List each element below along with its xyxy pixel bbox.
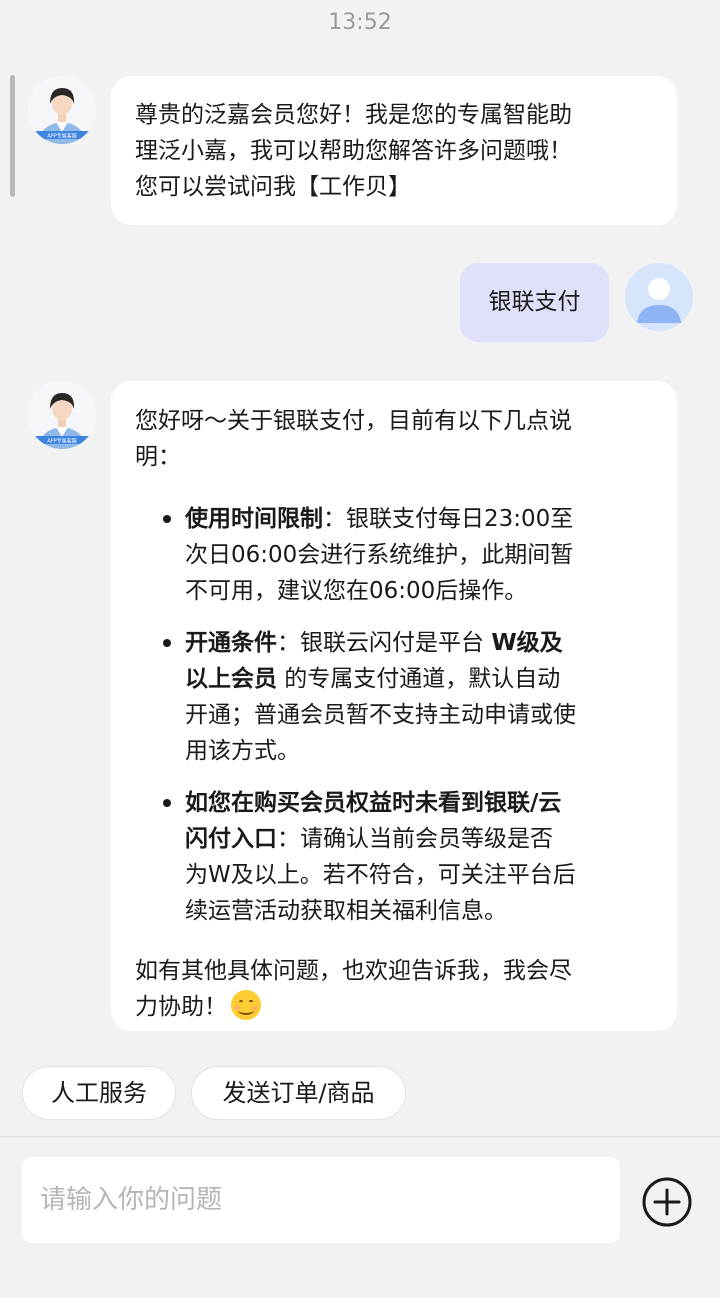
bullet-title: 使用时间限制 (185, 506, 323, 532)
smiling-face-icon (231, 990, 261, 1020)
bullet-text: 的专属支付通道，默认自动 (277, 666, 561, 692)
plus-icon[interactable] (642, 1177, 692, 1227)
avatar-badge-text: APP专属客服 (47, 438, 76, 445)
send-order-button[interactable]: 发送订单/商品 (191, 1066, 406, 1120)
welcome-line-3: 您可以尝试问我【工作贝】 (135, 174, 411, 200)
bot-message-answer: 您好呀～关于银联支付，目前有以下几点说 明： 使用时间限制：银联支付每日23:0… (111, 381, 677, 1031)
answer-bullet-list: 使用时间限制：银联支付每日23:00至 次日06:00会进行系统维护，此期间暂 … (163, 501, 653, 929)
status-time: 13:52 (328, 10, 392, 35)
bullet-title: 闪付入口 (185, 826, 277, 852)
bullet-emphasis: W级及 (491, 630, 563, 656)
bot-avatar[interactable]: APP专属客服 (28, 381, 96, 449)
bullet-title: 如您在购买会员权益时未看到银联/云 (185, 790, 562, 816)
bullet-text: 为W及以上。若不符合，可关注平台后 (185, 862, 576, 888)
bullet-text: 用该方式。 (185, 738, 300, 764)
user-avatar[interactable] (625, 263, 693, 331)
answer-intro-line-1: 您好呀～关于银联支付，目前有以下几点说 (135, 408, 572, 434)
answer-intro-line-2: 明： (135, 444, 181, 470)
agent-portrait-icon: APP专属客服 (28, 76, 96, 144)
welcome-line-1: 尊贵的泛嘉会员您好！我是您的专属智能助 (135, 102, 572, 128)
scroll-indicator[interactable] (10, 75, 15, 197)
bullet-emphasis: 以上会员 (185, 666, 277, 692)
answer-outro-line-2-wrap: 力协助！ (135, 989, 653, 1025)
avatar-badge-text: APP专属客服 (47, 133, 76, 140)
answer-outro-line-2: 力协助！ (135, 994, 227, 1020)
human-service-button[interactable]: 人工服务 (22, 1066, 176, 1120)
agent-portrait-icon: APP专属客服 (28, 381, 96, 449)
bullet-text: 次日06:00会进行系统维护，此期间暂 (185, 542, 574, 568)
bullet-title: 开通条件 (185, 630, 277, 656)
bullet-text: ：银联支付每日23:00至 (323, 506, 574, 532)
user-silhouette-icon (625, 263, 693, 331)
answer-outro-line-1: 如有其他具体问题，也欢迎告诉我，我会尽 (135, 958, 572, 984)
bullet-text: 不可用，建议您在06:00后操作。 (185, 578, 528, 604)
input-bar: 请输入你的问题 (0, 1136, 720, 1298)
bot-message-welcome: 尊贵的泛嘉会员您好！我是您的专属智能助 理泛小嘉，我可以帮助您解答许多问题哦！ … (111, 76, 677, 225)
bullet-item-time-limit: 使用时间限制：银联支付每日23:00至 次日06:00会进行系统维护，此期间暂 … (163, 501, 653, 609)
bullet-text: ：银联云闪付是平台 (277, 630, 492, 656)
bullet-item-conditions: 开通条件：银联云闪付是平台 W级及 以上会员 的专属支付通道，默认自动 开通；普… (163, 625, 653, 769)
bullet-text: ：请确认当前会员等级是否 (277, 826, 553, 852)
bullet-text: 开通；普通会员暂不支持主动申请或使 (185, 702, 576, 728)
bullet-text: 续运营活动获取相关福利信息。 (185, 898, 507, 924)
question-input[interactable]: 请输入你的问题 (22, 1157, 620, 1243)
bullet-item-entry-missing: 如您在购买会员权益时未看到银联/云 闪付入口：请确认当前会员等级是否 为W及以上… (163, 785, 653, 929)
user-message: 银联支付 (460, 263, 609, 342)
welcome-line-2: 理泛小嘉，我可以帮助您解答许多问题哦！ (135, 138, 572, 164)
user-message-text: 银联支付 (488, 289, 581, 315)
bot-avatar[interactable]: APP专属客服 (28, 76, 96, 144)
